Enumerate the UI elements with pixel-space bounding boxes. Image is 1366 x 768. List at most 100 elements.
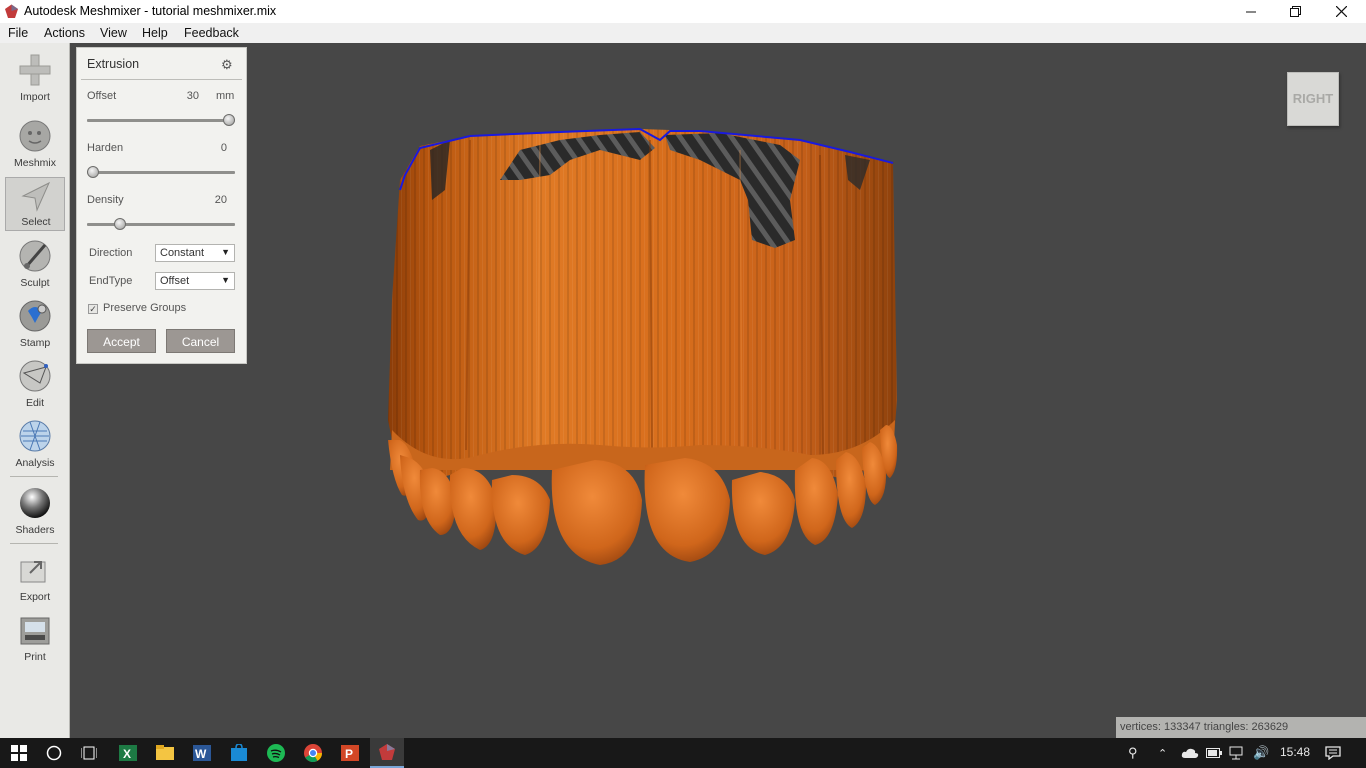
offset-slider-track[interactable] <box>87 119 235 122</box>
endtype-dropdown[interactable]: Offset ▼ <box>155 272 235 290</box>
offset-slider-knob[interactable] <box>223 114 235 126</box>
harden-slider-track[interactable] <box>87 171 235 174</box>
shader-sphere-icon <box>20 488 50 518</box>
meshmixer-taskbar-icon <box>379 744 395 760</box>
menu-view[interactable]: View <box>100 26 127 40</box>
gear-icon[interactable]: ⚙ <box>221 57 233 73</box>
clock-time[interactable]: 15:48 <box>1280 745 1310 759</box>
tool-edit[interactable]: Edit <box>5 357 65 411</box>
spotify-icon <box>267 744 285 762</box>
taskbar-excel[interactable]: X <box>111 738 145 768</box>
3d-viewport[interactable] <box>70 43 1366 738</box>
stamp-icon <box>19 300 51 332</box>
tool-import-label: Import <box>20 91 50 103</box>
tool-shaders-label: Shaders <box>15 524 55 536</box>
offset-label: Offset <box>87 90 117 102</box>
menu-actions[interactable]: Actions <box>44 26 85 40</box>
harden-slider-knob[interactable] <box>87 166 99 178</box>
dental-mesh-model[interactable] <box>70 43 1366 738</box>
menu-bar: File Actions View Help Feedback <box>0 23 1366 43</box>
taskbar-word[interactable]: W <box>185 738 219 768</box>
tool-stamp-label: Stamp <box>19 337 51 349</box>
edit-sphere-icon <box>19 360 51 392</box>
tool-export-label: Export <box>19 591 51 603</box>
minimize-button[interactable] <box>1228 0 1274 23</box>
taskbar-explorer[interactable] <box>148 738 182 768</box>
direction-dropdown[interactable]: Constant ▼ <box>155 244 235 262</box>
plus-icon <box>19 54 51 86</box>
taskbar-store[interactable] <box>222 738 256 768</box>
analysis-sphere-icon <box>19 420 51 452</box>
restore-icon <box>1289 6 1301 17</box>
tool-select[interactable]: Select <box>5 177 65 231</box>
density-slider-track[interactable] <box>87 223 235 226</box>
taskbar-powerpoint[interactable]: P <box>333 738 367 768</box>
cortana-search-icon <box>46 745 62 761</box>
tool-sculpt[interactable]: Sculpt <box>5 237 65 291</box>
tool-meshmix[interactable]: Meshmix <box>5 117 65 171</box>
density-label: Density <box>87 194 124 206</box>
svg-text:W: W <box>195 747 207 761</box>
menu-file[interactable]: File <box>8 26 28 40</box>
windows-taskbar: X W P ⚲ ⌃ 🔊 15:48 <box>0 738 1366 768</box>
restore-button[interactable] <box>1272 0 1318 23</box>
volume-icon[interactable]: 🔊 <box>1253 745 1269 761</box>
tool-import[interactable]: Import <box>5 51 65 105</box>
view-cube[interactable]: RIGHT <box>1287 72 1339 126</box>
action-center-icon[interactable] <box>1325 746 1341 760</box>
store-icon <box>231 744 247 761</box>
accept-button[interactable]: Accept <box>87 329 156 353</box>
tool-export[interactable]: Export <box>5 551 65 605</box>
taskbar-meshmixer[interactable] <box>370 738 404 768</box>
preserve-groups-checkbox[interactable]: ✓ <box>88 304 98 314</box>
tool-analysis-label: Analysis <box>15 457 55 469</box>
close-button[interactable] <box>1318 0 1364 23</box>
onedrive-cloud-icon[interactable] <box>1181 747 1199 759</box>
cancel-button[interactable]: Cancel <box>166 329 235 353</box>
battery-icon[interactable] <box>1206 748 1222 758</box>
tool-sculpt-label: Sculpt <box>20 277 50 289</box>
search-button[interactable] <box>37 738 71 768</box>
direction-label: Direction <box>89 247 133 259</box>
density-value: 20 <box>214 194 227 206</box>
toolbar-divider <box>10 543 58 544</box>
export-icon <box>20 561 46 583</box>
harden-label: Harden <box>87 142 124 154</box>
taskbar-chrome[interactable] <box>296 738 330 768</box>
endtype-selected: Offset <box>160 275 190 287</box>
tool-meshmix-label: Meshmix <box>13 157 56 169</box>
extrusion-panel: Extrusion ⚙ Offset 30 mm Harden 0 Densit… <box>76 47 247 364</box>
preserve-groups-label: Preserve Groups <box>103 302 187 314</box>
menu-help[interactable]: Help <box>142 26 168 40</box>
people-icon[interactable]: ⚲ <box>1128 745 1138 761</box>
tool-stamp[interactable]: Stamp <box>5 297 65 351</box>
tool-shaders[interactable]: Shaders <box>5 484 65 538</box>
tool-select-label: Select <box>21 216 51 228</box>
left-toolbar: Import Meshmix Select Sculpt Stamp Edit … <box>0 43 70 738</box>
word-icon: W <box>193 745 211 761</box>
tool-analysis[interactable]: Analysis <box>5 417 65 471</box>
title-bar: Autodesk Meshmixer - tutorial meshmixer.… <box>0 0 1366 23</box>
excel-icon: X <box>119 745 137 761</box>
tool-print[interactable]: Print <box>5 611 65 665</box>
offset-unit: mm <box>216 90 235 102</box>
menu-feedback[interactable]: Feedback <box>184 26 239 40</box>
start-button[interactable] <box>2 738 36 768</box>
direction-selected: Constant <box>160 247 205 259</box>
chevron-up-icon[interactable]: ⌃ <box>1158 747 1167 760</box>
taskbar-spotify[interactable] <box>259 738 293 768</box>
network-icon[interactable] <box>1229 746 1245 760</box>
chrome-icon <box>304 744 322 762</box>
endtype-label: EndType <box>89 275 133 287</box>
meshmix-face-icon <box>19 120 51 152</box>
powerpoint-icon: P <box>341 745 359 761</box>
brush-icon <box>19 240 51 272</box>
meshmixer-icon <box>5 4 18 18</box>
dropdown-arrow-icon: ▼ <box>221 275 230 285</box>
density-slider-knob[interactable] <box>114 218 126 230</box>
dropdown-arrow-icon: ▼ <box>221 247 230 257</box>
printer-icon <box>20 617 50 645</box>
tool-print-label: Print <box>24 651 46 663</box>
panel-divider <box>81 79 242 80</box>
task-view-button[interactable] <box>72 738 106 768</box>
